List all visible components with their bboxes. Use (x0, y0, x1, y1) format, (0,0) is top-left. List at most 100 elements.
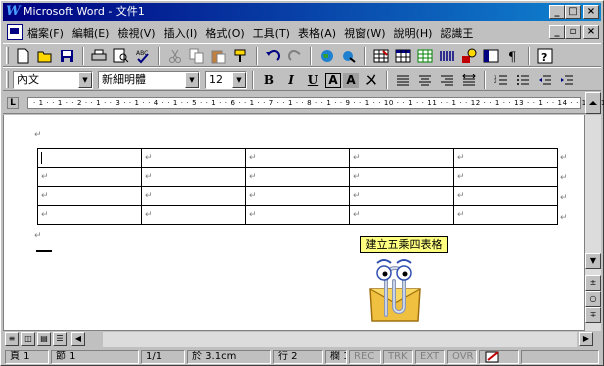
menu-tools[interactable]: 工具(T) (253, 25, 290, 41)
align-center-icon[interactable] (415, 71, 435, 89)
table-cell[interactable]: ↵ (453, 186, 558, 206)
tables-borders-icon[interactable] (371, 47, 391, 65)
drawing-icon[interactable] (459, 47, 479, 65)
horizontal-scroll-track[interactable] (103, 332, 577, 347)
scroll-down-button[interactable]: ▼ (585, 253, 601, 269)
print-preview-icon[interactable] (111, 47, 131, 65)
decrease-indent-icon[interactable] (535, 71, 555, 89)
table-cell[interactable]: ↵ (141, 186, 246, 206)
cut-icon[interactable] (165, 47, 185, 65)
table-cell[interactable]: ↵ (349, 186, 454, 206)
distributed-align-icon[interactable] (459, 71, 479, 89)
table-cell[interactable]: ↵ (141, 205, 246, 225)
insert-excel-icon[interactable] (415, 47, 435, 65)
columns-icon[interactable] (437, 47, 457, 65)
hyperlink-icon[interactable] (339, 47, 359, 65)
help-icon[interactable]: ? (535, 47, 555, 65)
copy-icon[interactable] (187, 47, 207, 65)
status-ext[interactable]: EXT (415, 350, 445, 364)
format-painter-icon[interactable] (231, 47, 251, 65)
toolbar-grip[interactable] (6, 71, 9, 88)
phonetic-guide-button[interactable]: ㄨ (361, 71, 381, 89)
table-cell[interactable]: ↵ (349, 148, 454, 168)
menu-format[interactable]: 格式(O) (205, 25, 244, 41)
horizontal-ruler[interactable]: L · 1 · · 1 · · 2 · · 1 · · 3 · · 1 · · … (3, 92, 604, 114)
show-marks-icon[interactable]: ¶ (503, 47, 523, 65)
scroll-up-button[interactable] (585, 92, 601, 114)
numbering-icon[interactable]: 12 (491, 71, 511, 89)
table-cell[interactable]: ↵ (37, 205, 142, 225)
normal-view-button[interactable]: ≡ (5, 332, 19, 346)
scroll-right-button[interactable]: ▶ (579, 332, 593, 346)
redo-icon[interactable] (285, 47, 305, 65)
document-map-icon[interactable] (481, 47, 501, 65)
status-rec[interactable]: REC (349, 350, 381, 364)
chevron-down-icon[interactable]: ▼ (78, 72, 92, 88)
underline-button[interactable]: U (303, 71, 323, 89)
char-shading-button[interactable]: A (343, 72, 359, 88)
menu-view[interactable]: 檢視(V) (117, 25, 155, 41)
doc-restore-button[interactable]: ▫ (565, 25, 581, 39)
maximize-button[interactable]: □ (565, 5, 581, 19)
menu-file[interactable]: 檔案(F) (27, 25, 64, 41)
office-assistant-clippit[interactable] (364, 255, 426, 325)
menu-window[interactable]: 視窗(W) (344, 25, 385, 41)
chevron-down-icon[interactable]: ▼ (185, 72, 199, 88)
doc-minimize-button[interactable]: _ (549, 25, 565, 39)
doc-close-button[interactable]: × (583, 25, 599, 39)
table-cell[interactable]: ↵ (245, 205, 350, 225)
vertical-scrollbar[interactable]: ▼ ± ○ ∓ (585, 115, 601, 331)
increase-indent-icon[interactable] (557, 71, 577, 89)
font-combo[interactable]: 新細明體 ▼ (98, 71, 200, 89)
paste-icon[interactable] (209, 47, 229, 65)
menu-insert[interactable]: 插入(I) (164, 25, 198, 41)
spelling-status[interactable] (479, 350, 519, 364)
table-cell[interactable]: ↵ (37, 167, 142, 187)
next-page-button[interactable]: ∓ (585, 307, 601, 323)
menu-renshiwang[interactable]: 認識王 (440, 25, 473, 41)
table-cell[interactable] (37, 148, 142, 168)
bold-button[interactable]: B (259, 71, 279, 89)
save-icon[interactable] (57, 47, 77, 65)
chevron-down-icon[interactable]: ▼ (232, 72, 246, 88)
minimize-button[interactable]: _ (549, 5, 565, 19)
table-cell[interactable]: ↵ (37, 186, 142, 206)
web-layout-view-button[interactable]: ◫ (21, 332, 35, 346)
status-ovr[interactable]: OVR (447, 350, 477, 364)
previous-page-button[interactable]: ± (585, 275, 601, 291)
style-combo[interactable]: 內文 ▼ (13, 71, 93, 89)
print-icon[interactable] (89, 47, 109, 65)
undo-icon[interactable] (263, 47, 283, 65)
menu-help[interactable]: 說明(H) (394, 25, 433, 41)
font-size-combo[interactable]: 12 ▼ (205, 71, 247, 89)
title-bar[interactable]: W Microsoft Word - 文件1 _ □ × (3, 3, 601, 21)
align-right-icon[interactable] (437, 71, 457, 89)
select-browse-object-button[interactable]: ○ (585, 291, 601, 307)
document-icon[interactable] (7, 24, 23, 40)
insert-table-icon[interactable] (393, 47, 413, 65)
table-cell[interactable]: ↵ (141, 167, 246, 187)
bullets-icon[interactable] (513, 71, 533, 89)
table-cell[interactable]: ↵ (453, 205, 558, 225)
open-icon[interactable] (35, 47, 55, 65)
document-area[interactable]: ↵ ↵ ↵ ↵ ↵ ↵ ↵ ↵ ↵ ↵ ↵ ↵ ↵ ↵ ↵ ↵ ↵ ↵ ↵ ↵ … (3, 115, 585, 331)
align-justify-icon[interactable] (393, 71, 413, 89)
close-button[interactable]: × (583, 5, 599, 19)
web-icon[interactable] (317, 47, 337, 65)
menu-table[interactable]: 表格(A) (298, 25, 336, 41)
toolbar-grip[interactable] (6, 47, 9, 64)
table-cell[interactable]: ↵ (245, 167, 350, 187)
word-app-icon[interactable]: W (6, 5, 21, 19)
table-cell[interactable]: ↵ (141, 148, 246, 168)
document-table[interactable]: ↵ ↵ ↵ ↵ ↵ ↵ ↵ ↵ ↵ ↵ ↵ ↵ ↵ ↵ ↵ ↵ ↵ ↵ ↵ (37, 148, 558, 225)
char-border-button[interactable]: A (325, 72, 341, 88)
table-cell[interactable]: ↵ (349, 167, 454, 187)
table-cell[interactable]: ↵ (453, 148, 558, 168)
scroll-left-button[interactable]: ◀ (71, 332, 85, 346)
outline-view-button[interactable]: ☰ (53, 332, 67, 346)
spelling-icon[interactable]: ABC (133, 47, 153, 65)
print-layout-view-button[interactable]: ▤ (37, 332, 51, 346)
table-cell[interactable]: ↵ (245, 186, 350, 206)
table-cell[interactable]: ↵ (349, 205, 454, 225)
table-cell[interactable]: ↵ (245, 148, 350, 168)
